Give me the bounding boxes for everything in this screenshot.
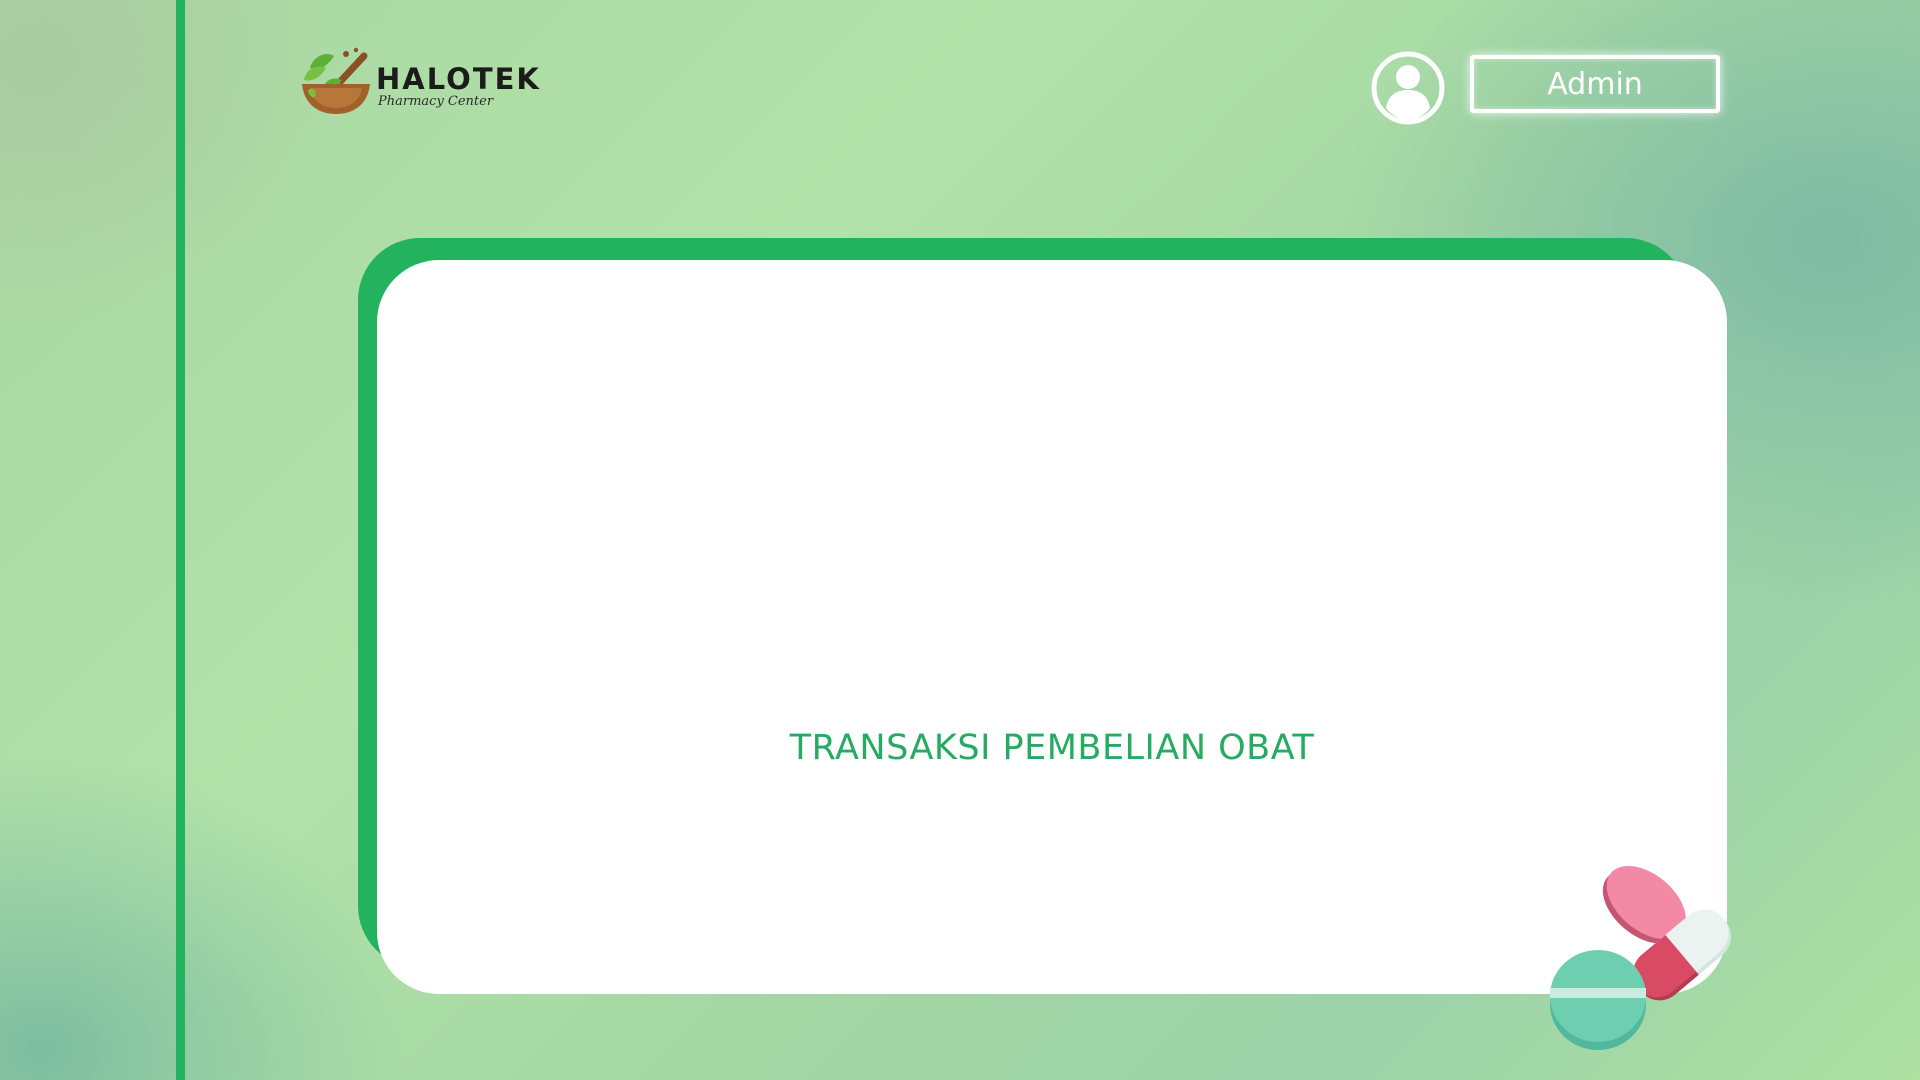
card-title[interactable]: TRANSAKSI PEMBELIAN OBAT — [377, 728, 1727, 768]
brand-tagline: Pharmacy Center — [378, 94, 494, 109]
main-card[interactable]: TRANSAKSI PEMBELIAN OBAT — [377, 260, 1727, 994]
admin-button[interactable]: Admin — [1470, 55, 1720, 113]
brand-logo[interactable]: HALOTEK Pharmacy Center — [300, 46, 540, 122]
mortar-pestle-icon — [302, 47, 370, 114]
brand-name: HALOTEK — [376, 62, 541, 96]
user-circle-icon[interactable] — [1370, 50, 1446, 126]
pills-illustration-icon — [1550, 865, 1732, 1050]
left-accent-line — [176, 0, 185, 1080]
